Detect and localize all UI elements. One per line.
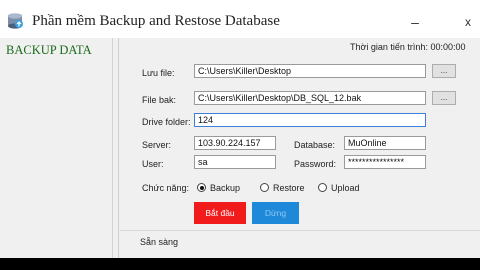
server-field[interactable]: 103.90.224.157 — [194, 136, 276, 150]
user-label: User: — [142, 159, 164, 169]
status-text: Sẵn sàng — [140, 237, 179, 247]
password-label: Password: — [294, 159, 337, 169]
file-bak-browse-button[interactable]: ... — [432, 91, 456, 105]
user-field[interactable]: sa — [194, 155, 276, 169]
panel-divider — [118, 38, 119, 258]
database-backup-icon — [6, 12, 24, 30]
drive-folder-label: Drive folder: — [142, 117, 191, 127]
radio-backup-label[interactable]: Backup — [210, 183, 240, 193]
minimize-button[interactable]: – — [405, 12, 425, 32]
file-bak-label: File bak: — [142, 95, 177, 105]
radio-restore-label[interactable]: Restore — [273, 183, 305, 193]
drive-folder-field[interactable]: 124 — [194, 113, 426, 127]
start-button[interactable]: Bắt đầu — [194, 202, 246, 224]
process-timer: Thời gian tiến trình: 00:00:00 — [350, 42, 466, 52]
radio-backup[interactable] — [197, 183, 206, 192]
radio-restore[interactable] — [260, 183, 269, 192]
luu-file-label: Lưu file: — [142, 68, 175, 78]
database-field[interactable]: MuOnline — [344, 136, 426, 150]
password-field[interactable]: **************** — [344, 155, 426, 169]
sidebar: BACKUP DATA — [0, 38, 113, 258]
luu-file-field[interactable]: C:\Users\Killer\Desktop — [194, 64, 426, 78]
database-label: Database: — [294, 140, 336, 150]
server-label: Server: — [142, 140, 172, 150]
main-window: Phần mềm Backup and Restose Database – x… — [0, 0, 480, 258]
title-bar: Phần mềm Backup and Restose Database – x — [0, 0, 480, 38]
close-button[interactable]: x — [458, 12, 478, 32]
radio-upload-label[interactable]: Upload — [331, 183, 360, 193]
radio-upload[interactable] — [318, 183, 327, 192]
sidebar-title: BACKUP DATA — [6, 43, 92, 57]
file-bak-field[interactable]: C:\Users\Killer\Desktop\DB_SQL_12.bak — [194, 91, 426, 105]
window-title: Phần mềm Backup and Restose Database — [32, 13, 280, 29]
status-divider — [120, 230, 480, 231]
stop-button[interactable]: Dừng — [252, 202, 299, 224]
luu-file-browse-button[interactable]: ... — [432, 64, 456, 78]
function-label: Chức năng: — [142, 183, 190, 193]
